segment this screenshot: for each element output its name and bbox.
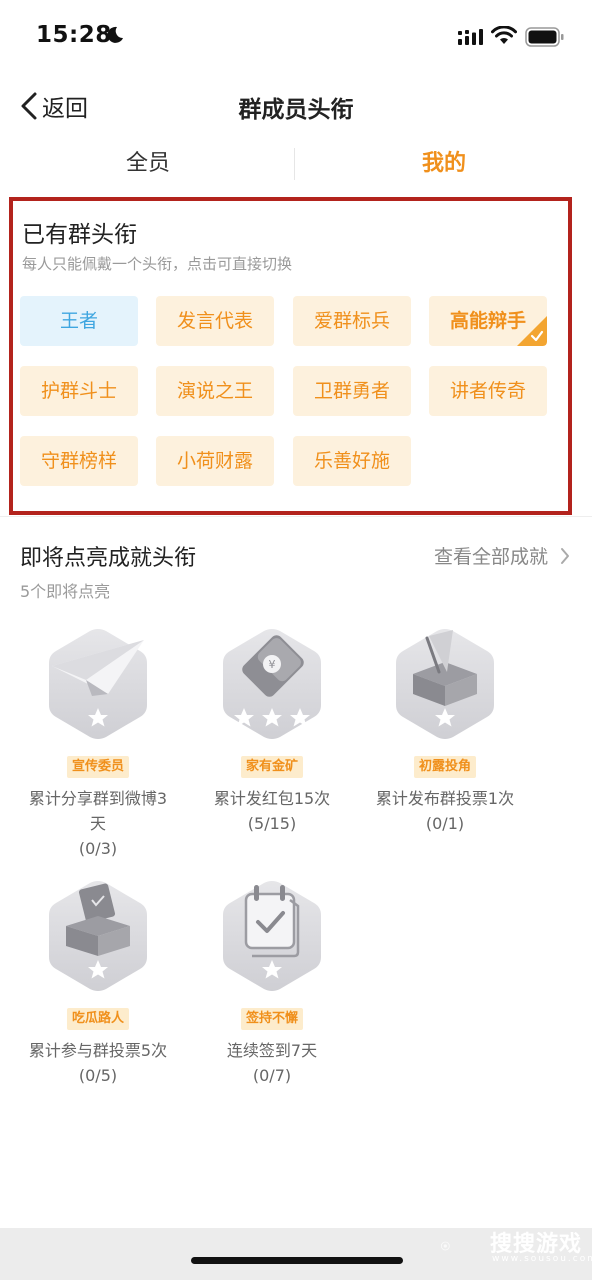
tab-mine[interactable]: 我的: [296, 136, 592, 192]
badge-title-tag: 初露投角: [413, 756, 477, 778]
home-indicator[interactable]: [191, 1257, 403, 1264]
view-all-label: 查看全部成就: [433, 546, 548, 568]
tab-divider: [294, 148, 295, 180]
badge-progress: (0/1): [425, 814, 465, 833]
svg-text:¥: ¥: [269, 658, 276, 671]
selected-check-icon: [517, 316, 547, 346]
upcoming-heading: 即将点亮成就头衔: [20, 546, 197, 571]
badge-description: 累计发布群投票1次 (0/1): [356, 786, 534, 836]
title-chip[interactable]: 发言代表: [156, 296, 274, 346]
owned-titles-subtitle: 每人只能佩戴一个头衔，点击可直接切换: [22, 255, 293, 273]
badge-description: 连续签到7天 (0/7): [183, 1038, 361, 1088]
watermark-subtext: www.sousou.com: [492, 1254, 592, 1264]
badge-title-tag: 签持不懈: [240, 1008, 304, 1030]
achievement-badge[interactable]: 初露投角 累计发布群投票1次 (0/1): [356, 628, 534, 838]
title-chip[interactable]: 演说之王: [156, 366, 274, 416]
badge-progress: (0/3): [78, 839, 118, 858]
title-chip-label: 高能辩手: [449, 310, 526, 332]
badge-desc-text: 连续签到7天: [226, 1041, 318, 1060]
title-chip[interactable]: 小荷财露: [156, 436, 274, 486]
owned-titles-section: 已有群头衔 每人只能佩戴一个头衔，点击可直接切换 王者 发言代表 爱群标兵 高能…: [9, 197, 572, 515]
badge-description: 累计发红包15次 (5/15): [183, 786, 361, 836]
badge-title-tag: 宣传委员: [66, 756, 130, 778]
tab-all[interactable]: 全员: [0, 136, 296, 192]
tab-bar: 全员 我的: [0, 136, 592, 192]
title-chip[interactable]: 乐善好施: [293, 436, 411, 486]
badge-progress: (0/7): [252, 1066, 292, 1085]
paper-plane-icon: [49, 629, 147, 739]
wifi-icon: [491, 26, 517, 44]
watermark-logo-icon: [440, 1241, 450, 1251]
signal-icon: [458, 29, 483, 45]
section-divider: [0, 516, 592, 517]
achievement-badge[interactable]: 吃瓜路人 累计参与群投票5次 (0/5): [9, 880, 187, 1090]
badge-description: 累计分享群到微博3天 (0/3): [9, 786, 187, 861]
title-chip[interactable]: 卫群勇者: [293, 366, 411, 416]
title-chip-selected[interactable]: 高能辩手: [429, 296, 547, 346]
badge-desc-text: 累计发布群投票1次: [375, 789, 515, 808]
title-chip[interactable]: 护群斗士: [20, 366, 138, 416]
title-chip[interactable]: 王者: [20, 296, 138, 346]
title-chip[interactable]: 守群榜样: [20, 436, 138, 486]
title-chip[interactable]: 爱群标兵: [293, 296, 411, 346]
badge-title-tag: 家有金矿: [240, 756, 304, 778]
ballot-box-icon: [396, 629, 494, 739]
status-time: 15:28: [36, 22, 112, 48]
badge-desc-text: 累计发红包15次: [213, 789, 331, 808]
moon-icon: [107, 26, 123, 43]
title-chip[interactable]: 讲者传奇: [429, 366, 547, 416]
nav-bar: 返回 群成员头衔: [0, 76, 592, 136]
status-bar: 15:28: [0, 0, 592, 76]
red-envelope-icon: ¥: [223, 629, 321, 739]
view-all-achievements-link[interactable]: 查看全部成就: [434, 542, 570, 569]
badge-progress: (5/15): [247, 814, 297, 833]
battery-icon: [525, 27, 564, 47]
calendar-check-icon: [223, 881, 321, 991]
badge-desc-text: 累计参与群投票5次: [28, 1041, 168, 1060]
badge-desc-text: 累计分享群到微博3天: [28, 789, 168, 833]
badge-description: 累计参与群投票5次 (0/5): [9, 1038, 187, 1088]
page-title: 群成员头衔: [238, 97, 354, 123]
achievement-badge[interactable]: ¥ 家有金矿 累计发红包15次 (5/15): [183, 628, 361, 838]
badge-title-tag: 吃瓜路人: [66, 1008, 130, 1030]
badge-progress: (0/5): [78, 1066, 118, 1085]
upcoming-subtitle: 5个即将点亮: [20, 582, 111, 601]
achievement-badge[interactable]: 签持不懈 连续签到7天 (0/7): [183, 880, 361, 1090]
owned-titles-heading: 已有群头衔: [22, 222, 137, 248]
achievement-badge[interactable]: 宣传委员 累计分享群到微博3天 (0/3): [9, 628, 187, 868]
vote-box-icon: [49, 881, 147, 991]
chevron-right-icon: [561, 547, 569, 564]
